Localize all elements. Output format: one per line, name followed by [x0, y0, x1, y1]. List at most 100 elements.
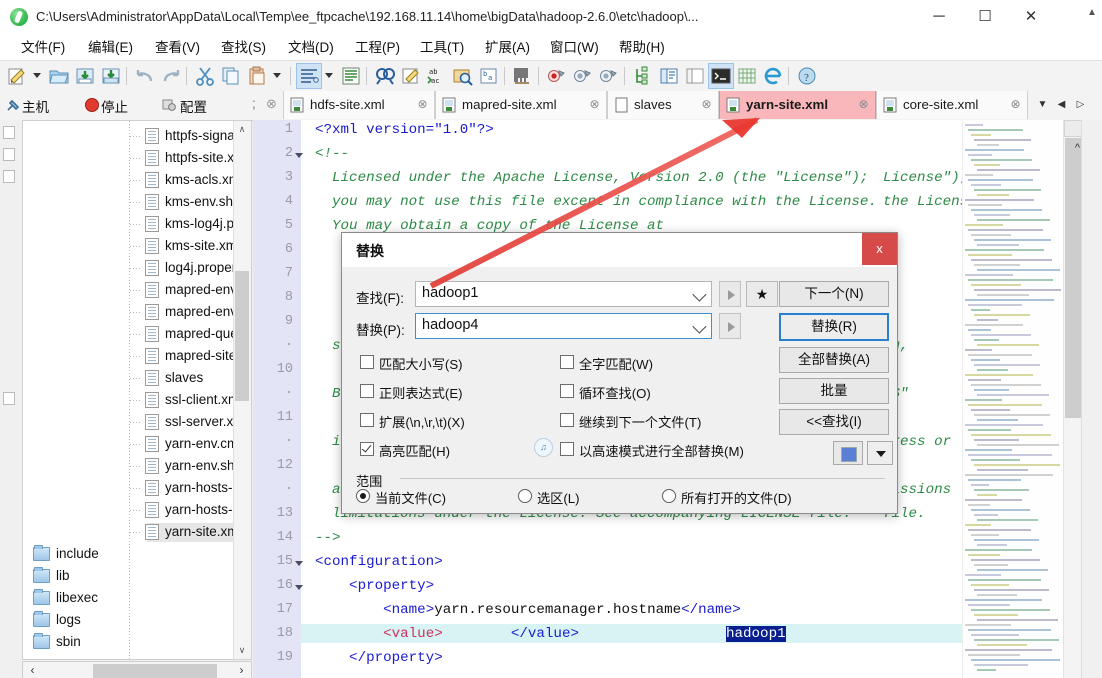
- menu-item-4[interactable]: 查找(S): [214, 38, 273, 57]
- format-dropdown-caret[interactable]: [325, 73, 333, 78]
- tab-close-icon[interactable]: ⊗: [700, 97, 713, 111]
- save-icon[interactable]: [74, 65, 96, 87]
- tab-core-site-xml[interactable]: core-site.xml ⊗: [876, 91, 1028, 119]
- paste-icon[interactable]: [246, 65, 268, 87]
- scroll-up-icon[interactable]: ▲: [1085, 7, 1099, 23]
- tab-yarn-site-xml[interactable]: yarn-site.xml ⊗: [719, 91, 876, 119]
- match-case-checkbox-label[interactable]: 匹配大小写(S): [379, 354, 463, 373]
- tab-scroll-right-icon[interactable]: ▷: [1071, 92, 1090, 118]
- help-icon[interactable]: ?: [796, 65, 818, 87]
- tab-hdfs-site-xml[interactable]: hdfs-site.xml ⊗: [283, 91, 435, 119]
- close-button[interactable]: ✕: [1008, 0, 1054, 33]
- barcode-icon[interactable]: [512, 65, 534, 87]
- tree-item-libexec[interactable]: libexec: [23, 587, 251, 609]
- tree-scroll-down-icon[interactable]: ∨: [234, 642, 250, 659]
- find-in-files-icon[interactable]: [452, 65, 474, 87]
- replace-history-button[interactable]: [719, 313, 741, 339]
- terminal-icon[interactable]: [710, 65, 732, 87]
- tree-item-kms-acls-xml[interactable]: kms-acls.xml: [23, 169, 251, 191]
- speaker-hint-icon[interactable]: ♫: [534, 438, 553, 457]
- code-line[interactable]: a: [315, 482, 341, 498]
- stop-red-circle-icon[interactable]: [84, 97, 100, 113]
- menu-item-2[interactable]: 编辑(E): [81, 38, 140, 57]
- highlight-color-dropdown[interactable]: [867, 441, 893, 465]
- scope-selection-radio-label[interactable]: 选区(L): [537, 488, 580, 507]
- tree-item-httpfs-signature-secre[interactable]: httpfs-signature.secre: [23, 125, 251, 147]
- replace-dialog-close-button[interactable]: x: [862, 233, 897, 265]
- tree-item-ssl-server-xml-example[interactable]: ssl-server.xml.example: [23, 411, 251, 433]
- config-gear-icon[interactable]: [161, 97, 177, 113]
- tree-item-mapred-queues-xml-t[interactable]: mapred-queues.xml.t: [23, 323, 251, 345]
- pane-icon[interactable]: [684, 65, 706, 87]
- selected-text[interactable]: hadoop1: [726, 626, 786, 642]
- extended-escapes-checkbox[interactable]: [360, 413, 374, 427]
- new-file-icon[interactable]: [6, 65, 28, 87]
- split-view-icon[interactable]: [658, 65, 680, 87]
- scope-current-file-radio-label[interactable]: 当前文件(C): [375, 488, 446, 507]
- tab-mapred-site-xml[interactable]: mapred-site.xml ⊗: [435, 91, 607, 119]
- tree-horizontal-scrollbar[interactable]: ‹ ›: [22, 661, 252, 678]
- editor-scroll-up-icon[interactable]: ^: [1075, 142, 1080, 154]
- new-file-dropdown-caret[interactable]: [33, 73, 41, 78]
- editor-vertical-scrollbar[interactable]: [1063, 120, 1082, 678]
- tree-item-logs[interactable]: logs: [23, 609, 251, 631]
- code-line[interactable]: <property>: [315, 578, 434, 594]
- tab-close-icon[interactable]: ⊗: [857, 97, 870, 111]
- tree-item-yarn-hosts-exclude-co[interactable]: yarn-hosts-exclude.co: [23, 477, 251, 499]
- fold-toggle-icon[interactable]: [295, 561, 303, 566]
- regex-checkbox[interactable]: [360, 384, 374, 398]
- wrap-search-checkbox-label[interactable]: 循环查找(O): [579, 383, 651, 402]
- tree-item-httpfs-site-xml[interactable]: httpfs-site.xml: [23, 147, 251, 169]
- tree-item-log4j-properties[interactable]: log4j.properties: [23, 257, 251, 279]
- code-line[interactable]: <value> </value>: [315, 626, 579, 642]
- highlight-matches-checkbox[interactable]: [360, 442, 374, 456]
- menu-item-5[interactable]: 文档(D): [281, 38, 341, 57]
- tree-item-slaves[interactable]: slaves: [23, 367, 251, 389]
- tab-close-icon[interactable]: ⊗: [416, 97, 429, 111]
- grid-icon[interactable]: [736, 65, 758, 87]
- maximize-button[interactable]: ☐: [962, 0, 1008, 33]
- code-line[interactable]: you may not use this file except in comp…: [315, 194, 877, 210]
- tree-item-mapred-site-xml[interactable]: mapred-site.xml: [23, 345, 251, 367]
- tree-vertical-scrollbar[interactable]: ∧ ∨: [233, 121, 251, 659]
- play-macro-icon[interactable]: [572, 65, 594, 87]
- tree-scroll-up-icon[interactable]: ∧: [234, 121, 250, 138]
- whole-word-checkbox-label[interactable]: 全字匹配(W): [579, 354, 653, 373]
- tree-scroll-thumb[interactable]: [235, 271, 249, 401]
- menu-item-9[interactable]: 窗口(W): [543, 38, 606, 57]
- host-label[interactable]: 主机: [22, 96, 49, 116]
- code-line[interactable]: Licensed under the Apache License, Versi…: [315, 170, 868, 186]
- runbar-close-icon[interactable]: ⊗: [266, 96, 277, 112]
- code-line[interactable]: s: [315, 338, 341, 354]
- code-line[interactable]: <configuration>: [315, 554, 443, 570]
- match-case-checkbox[interactable]: [360, 355, 374, 369]
- tab-close-icon[interactable]: ⊗: [588, 97, 601, 111]
- undo-icon[interactable]: [134, 65, 156, 87]
- tab-close-icon[interactable]: ⊗: [1009, 97, 1022, 111]
- continue-next-file-checkbox-label[interactable]: 继续到下一个文件(T): [579, 412, 701, 431]
- find-history-button[interactable]: [719, 281, 741, 307]
- menu-item-7[interactable]: 工具(T): [413, 38, 471, 57]
- redo-icon[interactable]: [160, 65, 182, 87]
- fold-toggle-icon[interactable]: [295, 585, 303, 590]
- tree-item-mapred-env-sh[interactable]: mapred-env.sh: [23, 301, 251, 323]
- tree-item-include[interactable]: include: [23, 543, 251, 565]
- highlight-color-button[interactable]: [833, 441, 863, 465]
- menu-item-1[interactable]: 文件(F): [14, 38, 72, 57]
- tree-hscroll-thumb[interactable]: [93, 664, 217, 678]
- highlight-matches-checkbox-label[interactable]: 高亮匹配(H): [379, 441, 450, 460]
- play-macro2-icon[interactable]: [598, 65, 620, 87]
- menu-item-10[interactable]: 帮助(H): [612, 38, 672, 57]
- code-line[interactable]: <!--: [315, 146, 349, 162]
- batch-button[interactable]: 批量: [779, 378, 889, 404]
- fast-replace-all-checkbox-label[interactable]: 以高速模式进行全部替换(M): [579, 441, 744, 460]
- replace-dropdown-chevron-icon[interactable]: [692, 319, 707, 334]
- tree-item-kms-log4j-properties[interactable]: kms-log4j.properties: [23, 213, 251, 235]
- code-minimap[interactable]: [962, 120, 1063, 678]
- find-next-button[interactable]: 下一个(N): [779, 281, 889, 307]
- tree-item-mapred-env-cmd[interactable]: mapred-env.cmd: [23, 279, 251, 301]
- wrap-search-checkbox[interactable]: [560, 384, 574, 398]
- tree-item-ssl-client-xml-example[interactable]: ssl-client.xml.example: [23, 389, 251, 411]
- tree-item-yarn-env-sh[interactable]: yarn-env.sh: [23, 455, 251, 477]
- tab-slaves[interactable]: slaves ⊗: [607, 91, 719, 119]
